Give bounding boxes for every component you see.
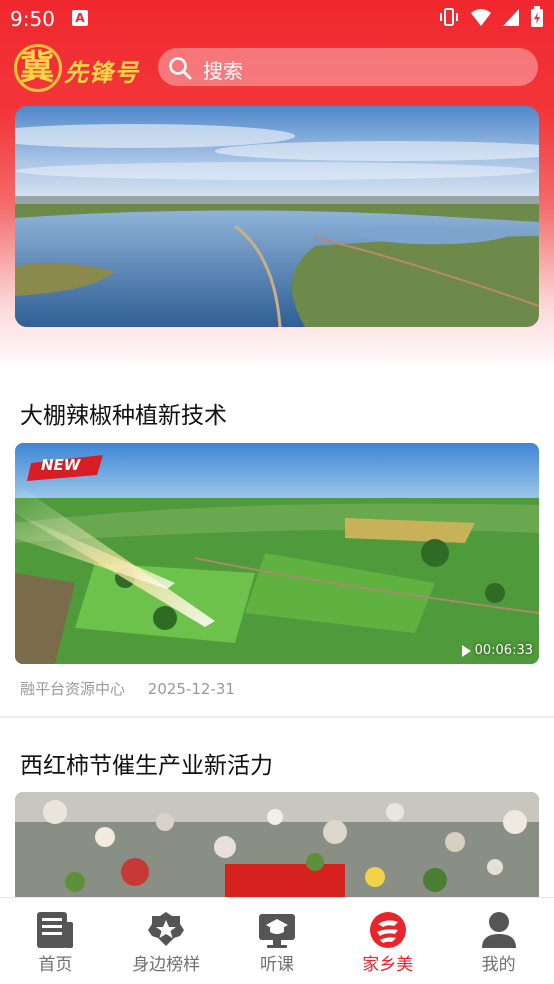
article-date: 2025-12-31 [147, 680, 235, 698]
article-video-thumbnail[interactable]: NEW 00:06:33 [15, 443, 539, 664]
article-title[interactable]: 西红柿节催生产业新活力 [20, 746, 273, 780]
bottom-nav: 首页 身边榜样 听课 家乡美 我的 [0, 897, 554, 984]
search-icon [168, 56, 192, 80]
article-source: 融平台资源中心 [20, 680, 126, 698]
nav-label-mine: 我的 [481, 955, 516, 975]
nav-item-hometown[interactable]: 家乡美 [332, 898, 443, 984]
article-image[interactable] [15, 792, 539, 897]
nav-label-home: 首页 [38, 955, 73, 975]
news-icon [35, 910, 75, 950]
nav-item-lessons[interactable]: 听课 [222, 898, 333, 984]
divider [0, 716, 554, 718]
nav-label-role-models: 身边榜样 [132, 955, 201, 975]
nav-item-mine[interactable]: 我的 [443, 898, 554, 984]
status-bar: 9:50 A [0, 0, 554, 38]
vibrate-icon [438, 6, 460, 32]
graduation-monitor-icon [257, 910, 297, 950]
nav-item-home[interactable]: 首页 [0, 898, 111, 984]
play-icon [461, 644, 471, 657]
app-header: 冀 先锋号 搜索 [0, 42, 554, 94]
video-duration: 00:06:33 [461, 643, 533, 658]
new-badge-label: NEW [41, 456, 81, 474]
nav-label-hometown: 家乡美 [362, 955, 414, 975]
person-icon [479, 910, 519, 950]
notification-a-icon: A [72, 10, 88, 26]
star-badge-icon [146, 910, 186, 950]
search-bar[interactable]: 搜索 [158, 48, 538, 86]
status-icons [438, 6, 544, 32]
wifi-icon [470, 7, 492, 31]
app-logo: 冀 先锋号 [14, 44, 144, 92]
status-time: 9:50 [10, 7, 55, 31]
banner-image[interactable] [15, 106, 539, 327]
signal-icon [502, 7, 520, 31]
hometown-logo-icon [368, 910, 408, 950]
nav-item-role-models[interactable]: 身边榜样 [111, 898, 222, 984]
battery-icon [530, 6, 544, 32]
article-title[interactable]: 大棚辣椒种植新技术 [20, 396, 227, 430]
search-placeholder: 搜索 [203, 59, 243, 83]
duration-text: 00:06:33 [474, 643, 533, 658]
new-badge: NEW [27, 453, 105, 481]
nav-label-lessons: 听课 [259, 955, 294, 975]
logo-text: 先锋号 [64, 58, 139, 87]
logo-main-char: 冀 [20, 48, 54, 88]
article-meta: 融平台资源中心 2025-12-31 [20, 678, 235, 699]
